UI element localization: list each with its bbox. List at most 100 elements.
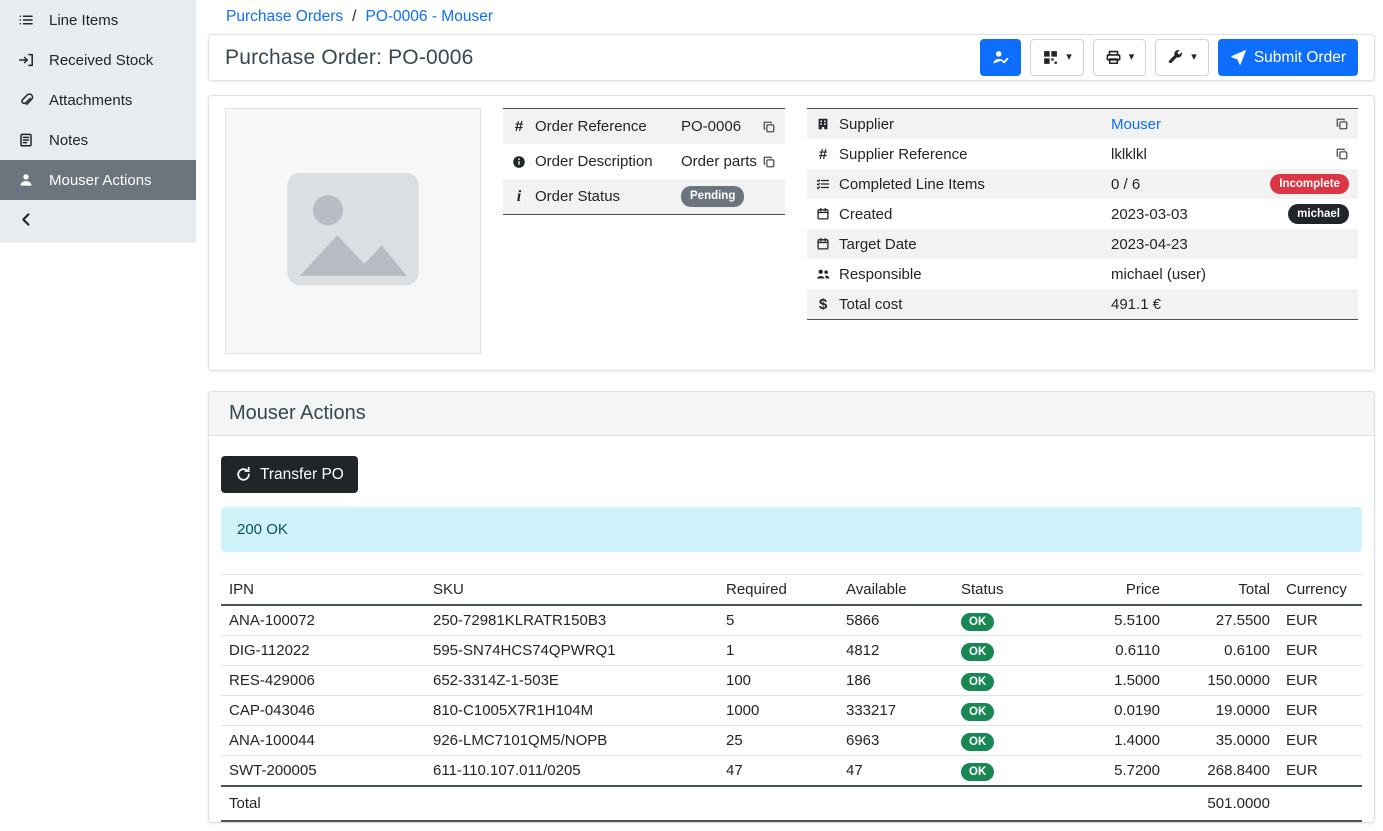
barcode-actions-button[interactable]: ▾ [1030, 39, 1084, 76]
detail-row-completed-line-items: Completed Line Items0 / 6Incomplete [807, 169, 1358, 199]
detail-label: Responsible [839, 266, 1111, 283]
footer-empty-cell [1058, 786, 1168, 821]
cell-sku: 810-C1005X7R1H104M [425, 696, 718, 726]
cell-ipn: ANA-100072 [221, 605, 425, 636]
paperclip-icon [17, 92, 35, 108]
caret-down-icon: ▾ [1129, 52, 1135, 63]
cell-currency: EUR [1278, 756, 1362, 787]
cell-price: 5.5100 [1058, 605, 1168, 636]
sidebar-item-line-items[interactable]: Line Items [0, 0, 196, 40]
table-row: DIG-112022595-SN74HCS74QPWRQ114812OK0.61… [221, 636, 1362, 666]
calendar-icon [807, 207, 839, 221]
detail-row-target-date: Target Date2023-04-23 [807, 229, 1358, 259]
order-details-right: SupplierMouser#Supplier Referencelklklkl… [807, 108, 1358, 320]
cell-status: OK [953, 726, 1058, 756]
cell-price: 0.6110 [1058, 636, 1168, 666]
cell-sku: 926-LMC7101QM5/NOPB [425, 726, 718, 756]
toolbar-buttons: ▾ ▾ ▾ [980, 39, 1209, 76]
cell-ipn: CAP-043046 [221, 696, 425, 726]
cell-required: 25 [718, 726, 838, 756]
part-image-placeholder[interactable] [225, 108, 481, 354]
calendar-icon [807, 237, 839, 251]
detail-value: lklklkl [1111, 146, 1335, 163]
copy-icon[interactable] [762, 155, 776, 169]
detail-row-supplier: SupplierMouser [807, 109, 1358, 139]
column-header-currency: Currency [1278, 575, 1362, 606]
sidebar-item-attachments[interactable]: Attachments [0, 80, 196, 120]
detail-value-link[interactable]: Mouser [1111, 116, 1335, 133]
sidebar-item-label: Received Stock [49, 52, 153, 69]
submit-order-button[interactable]: Submit Order [1218, 39, 1358, 76]
notes-icon [17, 132, 35, 148]
order-actions-button[interactable]: ▾ [1155, 39, 1209, 76]
cell-available: 333217 [838, 696, 953, 726]
sidebar-item-label: Notes [49, 132, 88, 149]
sign-in-icon [17, 52, 35, 68]
copy-icon[interactable] [1335, 147, 1349, 161]
cell-status: OK [953, 636, 1058, 666]
column-header-sku: SKU [425, 575, 718, 606]
sidebar-nav: Line Items Received Stock Attachments Notes… [0, 0, 196, 200]
cell-sku: 611-110.107.011/0205 [425, 756, 718, 787]
breadcrumb-separator: / [352, 8, 356, 26]
cell-available: 47 [838, 756, 953, 787]
footer-empty-cell [838, 786, 953, 821]
sidebar-collapse-button[interactable] [0, 200, 196, 243]
list-icon [17, 12, 35, 28]
table-row: SWT-200005611-110.107.011/02054747OK5.72… [221, 756, 1362, 787]
detail-label: Order Status [535, 188, 681, 205]
transfer-po-button[interactable]: Transfer PO [221, 456, 358, 493]
breadcrumb: Purchase Orders / PO-0006 - Mouser [196, 0, 1383, 34]
cell-ipn: ANA-100044 [221, 726, 425, 756]
table-row: CAP-043046810-C1005X7R1H104M1000333217OK… [221, 696, 1362, 726]
detail-label: Order Description [535, 153, 681, 170]
sidebar-item-received-stock[interactable]: Received Stock [0, 40, 196, 80]
cell-total: 35.0000 [1168, 726, 1278, 756]
detail-row-responsible: Responsiblemichael (user) [807, 259, 1358, 289]
footer-empty-cell [718, 786, 838, 821]
breadcrumb-link-po-0006-mouser[interactable]: PO-0006 - Mouser [365, 8, 493, 26]
sidebar-item-label: Mouser Actions [49, 172, 152, 189]
ok-status-badge: OK [961, 763, 994, 781]
breadcrumb-link-purchase-orders[interactable]: Purchase Orders [226, 8, 343, 26]
list-check-icon [807, 177, 839, 191]
ok-status-badge: OK [961, 643, 994, 661]
detail-label: Target Date [839, 236, 1111, 253]
table-row: ANA-100072250-72981KLRATR150B355866OK5.5… [221, 605, 1362, 636]
cell-total: 27.5500 [1168, 605, 1278, 636]
printer-icon [1105, 49, 1122, 66]
info-filled-icon [503, 155, 535, 169]
cell-currency: EUR [1278, 636, 1362, 666]
user-actions-button[interactable] [980, 39, 1021, 76]
page-title: Purchase Order: PO-0006 [225, 46, 474, 70]
detail-value: michael (user) [1111, 266, 1358, 283]
detail-row-supplier-reference: #Supplier Referencelklklkl [807, 139, 1358, 169]
cell-available: 5866 [838, 605, 953, 636]
status-badge: michael [1288, 204, 1349, 224]
status-badge: Pending [681, 186, 744, 206]
column-header-ipn: IPN [221, 575, 425, 606]
page-header: Purchase Order: PO-0006 ▾ ▾ ▾ Submit Order [208, 34, 1375, 81]
cell-price: 1.4000 [1058, 726, 1168, 756]
actions-table: IPNSKURequiredAvailableStatusPriceTotalC… [221, 574, 1362, 822]
detail-label: Supplier [839, 116, 1111, 133]
footer-total-label: Total [221, 786, 425, 821]
footer-empty-cell [1278, 786, 1362, 821]
sidebar-item-mouser-actions[interactable]: Mouser Actions [0, 160, 196, 200]
order-details-left: #Order ReferencePO-0006 Order Description… [503, 108, 785, 215]
caret-down-icon: ▾ [1066, 52, 1072, 63]
ok-status-badge: OK [961, 733, 994, 751]
sidebar-item-notes[interactable]: Notes [0, 120, 196, 160]
detail-row-total-cost: $Total cost491.1 € [807, 289, 1358, 319]
table-row: RES-429006652-3314Z-1-503E100186OK1.5000… [221, 666, 1362, 696]
cell-required: 1 [718, 636, 838, 666]
print-actions-button[interactable]: ▾ [1093, 39, 1147, 76]
detail-label: Total cost [839, 296, 1111, 313]
copy-icon[interactable] [1335, 117, 1349, 131]
ok-status-badge: OK [961, 703, 994, 721]
detail-row-order-reference: #Order ReferencePO-0006 [503, 109, 785, 144]
copy-icon[interactable] [762, 120, 776, 134]
cell-available: 6963 [838, 726, 953, 756]
footer-total-value: 501.0000 [1168, 786, 1278, 821]
status-badge: Incomplete [1270, 174, 1349, 194]
